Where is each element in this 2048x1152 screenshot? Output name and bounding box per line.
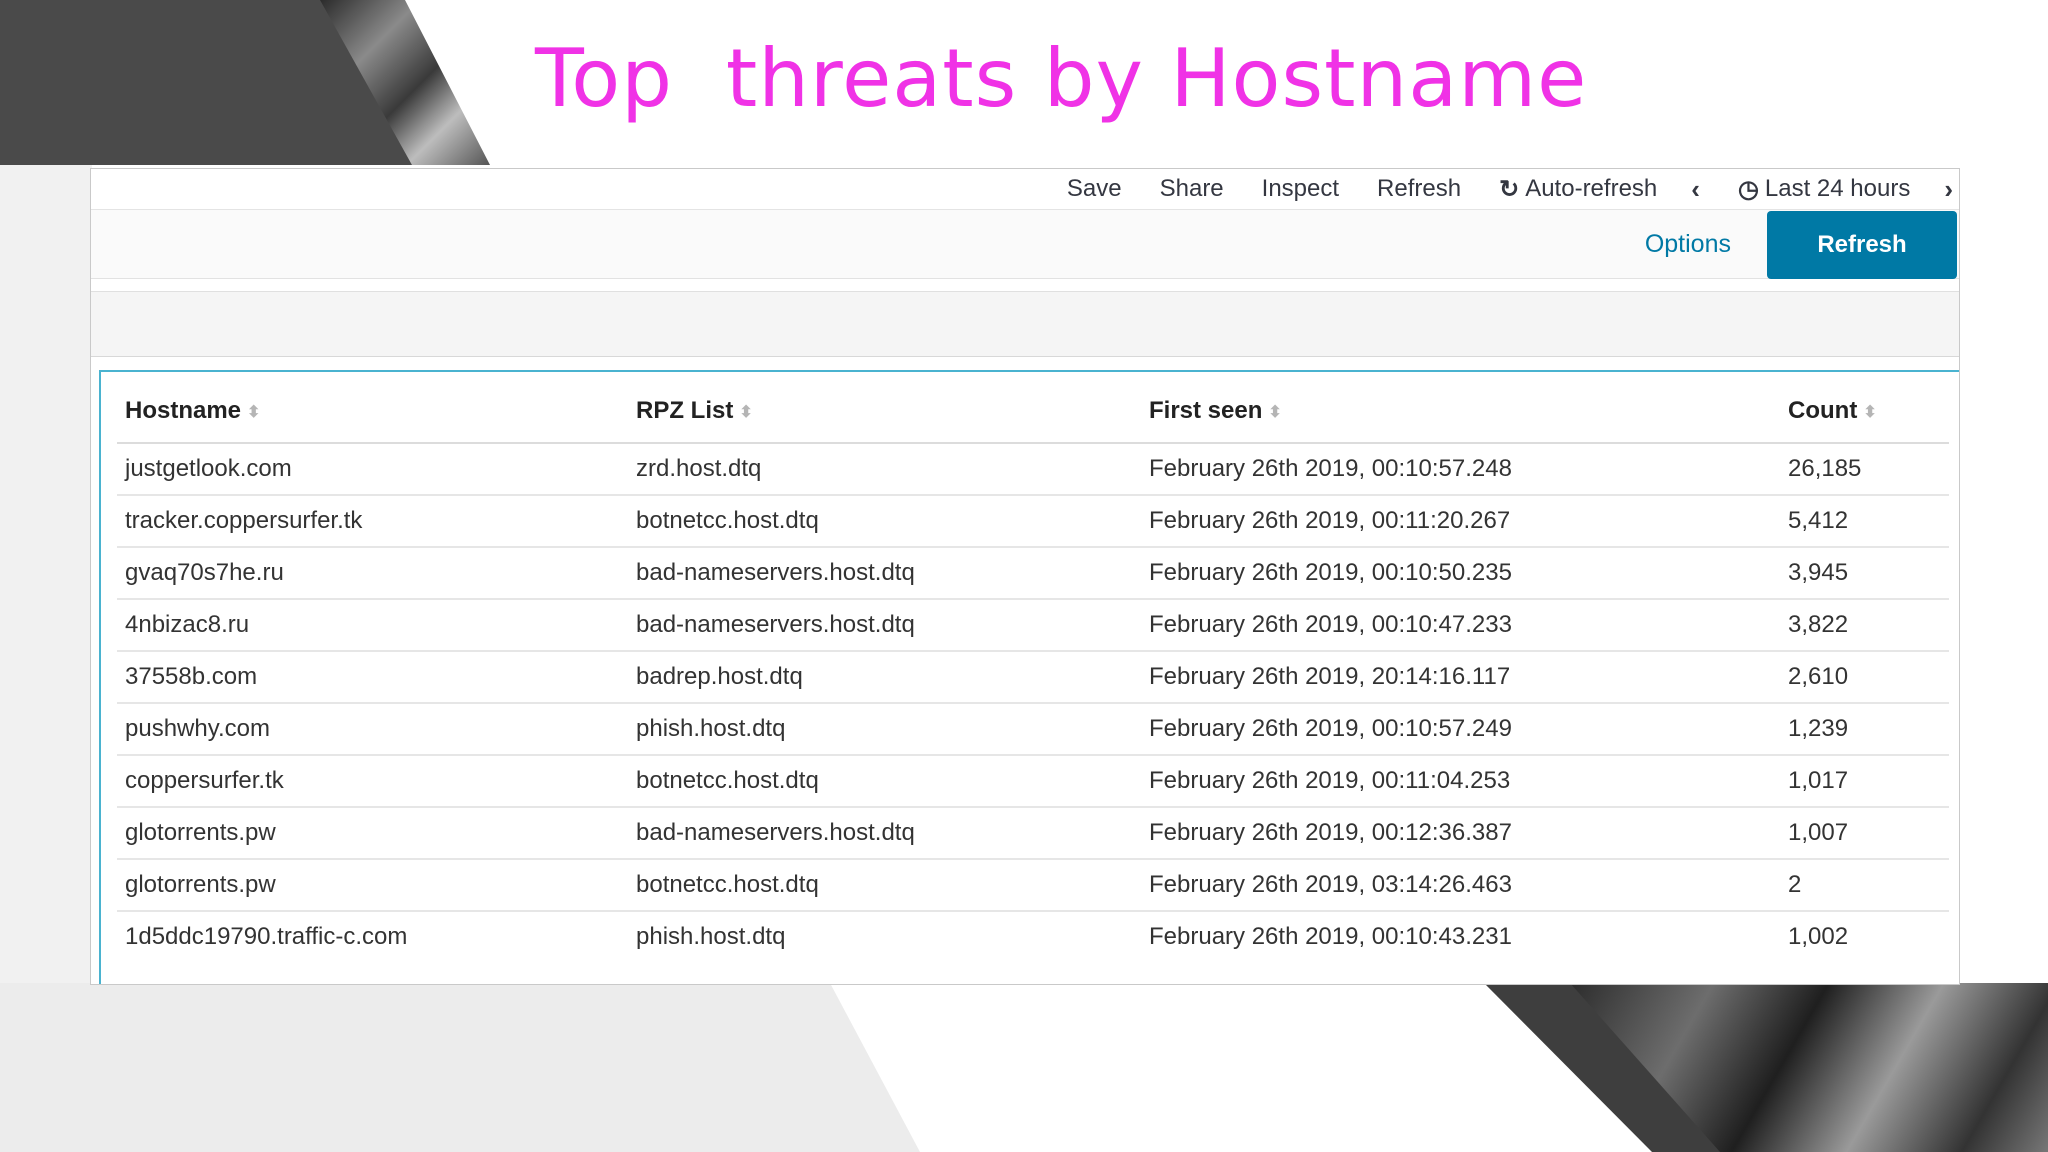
cell-rpz-list: bad-nameservers.host.dtq: [628, 807, 1141, 860]
inspect-button[interactable]: Inspect: [1262, 175, 1339, 203]
refresh-button[interactable]: Refresh: [1767, 211, 1957, 279]
cell-count: 2,610: [1780, 651, 1949, 704]
share-button[interactable]: Share: [1160, 175, 1224, 203]
options-button[interactable]: Options: [1645, 230, 1731, 259]
cell-hostname: 1d5ddc19790.traffic-c.com: [125, 923, 408, 950]
cell-hostname: coppersurfer.tk: [117, 755, 628, 808]
cell-first-seen: February 26th 2019, 00:10:50.235: [1141, 547, 1780, 600]
cell-first-seen: February 26th 2019, 20:14:16.117: [1141, 651, 1780, 704]
cell-rpz-list: phish.host.dtq: [628, 703, 1141, 756]
table-row: gvaq70s7he.ru bad-nameservers.host.dtq F…: [117, 547, 1949, 600]
clock-icon: ◷: [1737, 175, 1759, 203]
table-row: glotorrents.pw bad-nameservers.host.dtq …: [117, 807, 1949, 860]
cell-rpz-list: botnetcc.host.dtq: [628, 859, 1141, 912]
sort-icon[interactable]: ⬍: [247, 404, 260, 421]
cell-count: 3,822: [1780, 599, 1949, 652]
chevron-right-icon[interactable]: ›: [1944, 174, 1953, 205]
auto-refresh-label: Auto-refresh: [1525, 175, 1658, 202]
column-header-rpz-list[interactable]: RPZ List ⬍: [628, 380, 1141, 444]
cell-first-seen: February 26th 2019, 00:10:47.233: [1141, 599, 1780, 652]
query-bar: Options Refresh: [91, 210, 1959, 279]
cell-count: 1,017: [1780, 755, 1949, 808]
cell-hostname: 4nbizac8.ru: [117, 599, 628, 652]
chevron-left-icon[interactable]: ‹: [1691, 174, 1700, 205]
column-header-label: Count: [1788, 397, 1858, 424]
slide-title: Top threats by Hostname: [535, 32, 1588, 125]
cell-hostname: glotorrents.pw: [117, 859, 628, 912]
threats-table-panel: Hostname ⬍ RPZ List ⬍ First seen ⬍ Count ⬍ j…: [99, 370, 1959, 984]
cell-first-seen: February 26th 2019, 00:11:04.253: [1141, 755, 1780, 808]
top-nav: Save Share Inspect Refresh ↻ Auto-refres…: [91, 169, 1959, 210]
cell-count: 1,002: [1788, 923, 1849, 950]
cell-count: 2: [1780, 859, 1949, 912]
cell-hostname: gvaq70s7he.ru: [117, 547, 628, 600]
cell-hostname: justgetlook.com: [117, 443, 628, 496]
column-header-label: RPZ List: [636, 397, 734, 424]
cell-rpz-list: bad-nameservers.host.dtq: [628, 547, 1141, 600]
cell-hostname: pushwhy.com: [117, 703, 628, 756]
cell-rpz-list: botnetcc.host.dtq: [628, 495, 1141, 548]
cell-first-seen: February 26th 2019, 00:10:43.231: [1149, 923, 1512, 950]
refresh-link[interactable]: Refresh: [1377, 175, 1461, 203]
sort-icon[interactable]: ⬍: [1268, 404, 1281, 421]
table-header-row: Hostname ⬍ RPZ List ⬍ First seen ⬍ Count ⬍: [117, 380, 1949, 444]
cell-first-seen: February 26th 2019, 00:10:57.248: [1141, 443, 1780, 496]
table-row: 1d5ddc19790.traffic-c.com phish.host.dtq…: [117, 911, 1949, 962]
cell-rpz-list: bad-nameservers.host.dtq: [628, 599, 1141, 652]
cell-rpz-list: badrep.host.dtq: [628, 651, 1141, 704]
filter-bar: [91, 291, 1959, 357]
cell-count: 1,239: [1780, 703, 1949, 756]
sort-icon[interactable]: ⬍: [1863, 404, 1876, 421]
auto-refresh-button[interactable]: ↻ Auto-refresh: [1499, 175, 1657, 204]
cell-count: 5,412: [1780, 495, 1949, 548]
cell-rpz-list: botnetcc.host.dtq: [628, 755, 1141, 808]
save-button[interactable]: Save: [1067, 175, 1122, 203]
column-header-hostname[interactable]: Hostname ⬍: [117, 380, 628, 444]
table-row: pushwhy.com phish.host.dtq February 26th…: [117, 703, 1949, 756]
table-row: coppersurfer.tk botnetcc.host.dtq Februa…: [117, 755, 1949, 808]
table-row: glotorrents.pw botnetcc.host.dtq Februar…: [117, 859, 1949, 912]
table-row: tracker.coppersurfer.tk botnetcc.host.dt…: [117, 495, 1949, 548]
column-header-first-seen[interactable]: First seen ⬍: [1141, 380, 1780, 444]
decor-grey-strip-left: [0, 165, 92, 985]
time-range-picker[interactable]: ◷ Last 24 hours: [1738, 175, 1910, 204]
table-row: 4nbizac8.ru bad-nameservers.host.dtq Feb…: [117, 599, 1949, 652]
dashboard-window: Save Share Inspect Refresh ↻ Auto-refres…: [90, 168, 1960, 985]
cell-count: 3,945: [1780, 547, 1949, 600]
time-range-label: Last 24 hours: [1764, 175, 1911, 202]
table-row: 37558b.com badrep.host.dtq February 26th…: [117, 651, 1949, 704]
decor-light-shape-bottom: [0, 983, 920, 1152]
threats-table: Hostname ⬍ RPZ List ⬍ First seen ⬍ Count ⬍ j…: [117, 380, 1949, 962]
cell-rpz-list: phish.host.dtq: [636, 923, 786, 950]
table-row: justgetlook.com zrd.host.dtq February 26…: [117, 443, 1949, 496]
cell-hostname: tracker.coppersurfer.tk: [117, 495, 628, 548]
cell-hostname: 37558b.com: [117, 651, 628, 704]
cell-count: 26,185: [1780, 443, 1949, 496]
cell-hostname: glotorrents.pw: [117, 807, 628, 860]
column-header-label: First seen: [1149, 397, 1263, 424]
refresh-cycle-icon: ↻: [1499, 175, 1520, 203]
cell-first-seen: February 26th 2019, 00:11:20.267: [1141, 495, 1780, 548]
column-header-count[interactable]: Count ⬍: [1780, 380, 1949, 444]
cell-count: 1,007: [1780, 807, 1949, 860]
cell-first-seen: February 26th 2019, 00:12:36.387: [1141, 807, 1780, 860]
cell-first-seen: February 26th 2019, 03:14:26.463: [1141, 859, 1780, 912]
sort-icon[interactable]: ⬍: [739, 404, 752, 421]
column-header-label: Hostname: [125, 397, 242, 424]
cell-rpz-list: zrd.host.dtq: [628, 443, 1141, 496]
cell-first-seen: February 26th 2019, 00:10:57.249: [1141, 703, 1780, 756]
